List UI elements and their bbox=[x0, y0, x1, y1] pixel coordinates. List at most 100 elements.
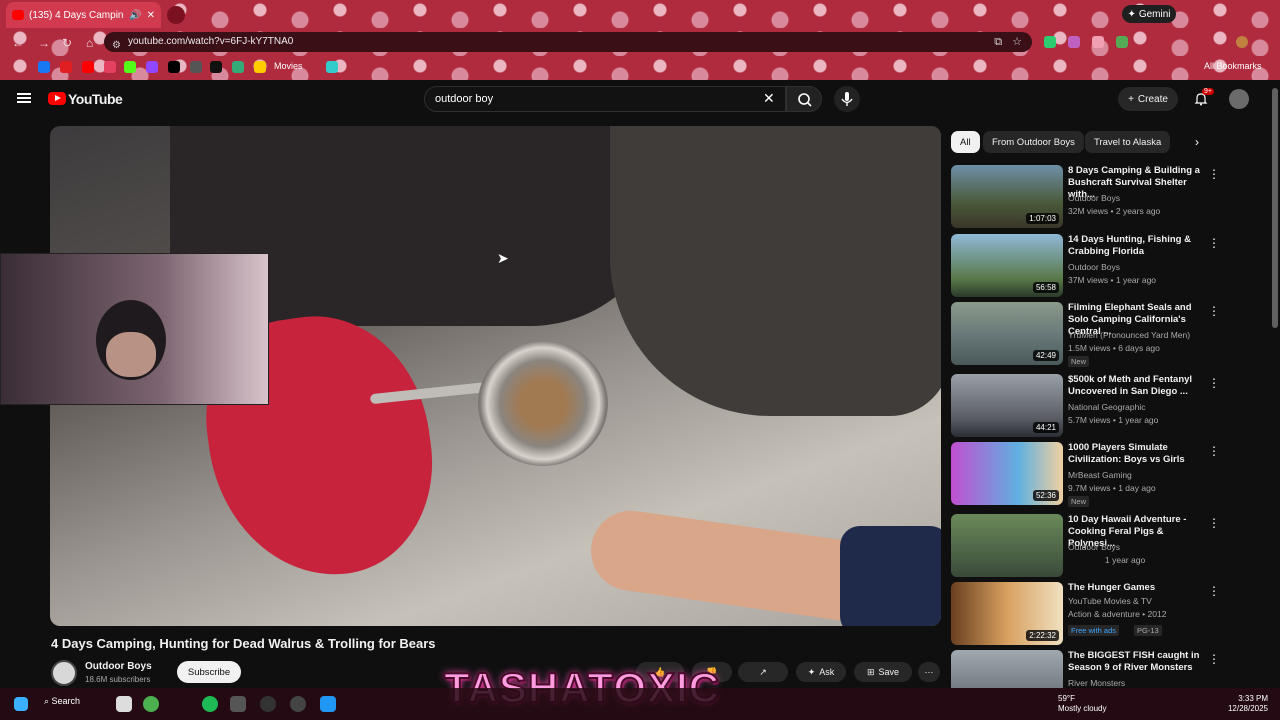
recommendation-item[interactable]: 2:22:32 The Hunger Games YouTube Movies … bbox=[951, 582, 1231, 646]
more-actions-button[interactable]: ⋯ bbox=[918, 662, 940, 682]
windows-start-icon[interactable] bbox=[14, 697, 28, 711]
chevron-right-icon[interactable]: › bbox=[1195, 135, 1199, 149]
recommendation-title[interactable]: 14 Days Hunting, Fishing & Crabbing Flor… bbox=[1068, 234, 1208, 258]
share-button[interactable]: ↗ bbox=[738, 662, 788, 682]
file-explorer-icon[interactable] bbox=[116, 696, 132, 712]
bookmark-icon[interactable] bbox=[254, 61, 266, 73]
bookmark-icon[interactable] bbox=[190, 61, 202, 73]
bookmark-icon[interactable] bbox=[60, 61, 72, 73]
recommendation-channel[interactable]: Outdoor Boys bbox=[1068, 542, 1120, 552]
clear-search-icon[interactable]: ✕ bbox=[763, 90, 775, 107]
bookmark-star-icon[interactable]: ☆ bbox=[1012, 32, 1022, 52]
bookmark-icon[interactable] bbox=[232, 61, 244, 73]
recommendation-item[interactable]: 56:58 14 Days Hunting, Fishing & Crabbin… bbox=[951, 234, 1231, 298]
new-tab-button[interactable] bbox=[167, 6, 185, 24]
recommendation-item[interactable]: The BIGGEST FISH caught in Season 9 of R… bbox=[951, 650, 1231, 688]
recommendation-channel[interactable]: Outdoor Boys bbox=[1068, 193, 1120, 203]
system-clock[interactable]: 3:33 PM 12/28/2025 bbox=[1226, 694, 1268, 714]
spotify-icon[interactable] bbox=[202, 696, 218, 712]
channel-name[interactable]: Outdoor Boys bbox=[85, 661, 152, 672]
more-options-icon[interactable]: ⋮ bbox=[1208, 167, 1220, 181]
recommendation-channel[interactable]: YrdMen (Pronounced Yard Men) bbox=[1068, 330, 1190, 340]
back-icon[interactable]: ← bbox=[12, 36, 24, 50]
address-bar[interactable]: ⚙ youtube.com/watch?v=6FJ-kY7TNA0 ⧉ ☆ bbox=[104, 32, 1032, 52]
ask-button[interactable]: ✦ Ask bbox=[796, 662, 846, 682]
browser-tab[interactable]: (135) 4 Days Camping, Hunt 🔊 ✕ bbox=[6, 2, 161, 28]
app-icon[interactable] bbox=[290, 696, 306, 712]
extension-icon[interactable] bbox=[1116, 36, 1128, 48]
recommendation-channel[interactable]: River Monsters bbox=[1068, 678, 1125, 688]
twitch-icon[interactable] bbox=[146, 61, 158, 73]
create-button[interactable]: + Create bbox=[1118, 87, 1178, 111]
youtube-icon[interactable] bbox=[82, 61, 94, 73]
profile-avatar[interactable] bbox=[1236, 36, 1248, 48]
recommendation-item[interactable]: 42:49 Filming Elephant Seals and Solo Ca… bbox=[951, 302, 1231, 367]
speaker-icon[interactable]: 🔊 bbox=[129, 10, 141, 21]
video-thumbnail[interactable]: 1:07:03 bbox=[951, 165, 1063, 228]
channel-avatar[interactable] bbox=[51, 660, 77, 686]
video-thumbnail[interactable]: 52:36 bbox=[951, 442, 1063, 505]
obs-icon[interactable] bbox=[260, 696, 276, 712]
youtube-logo-text[interactable]: YouTube bbox=[68, 91, 123, 107]
extension-icon[interactable] bbox=[1068, 36, 1080, 48]
voice-search-button[interactable] bbox=[834, 86, 860, 112]
account-avatar[interactable] bbox=[1229, 89, 1249, 109]
scrollbar[interactable] bbox=[1272, 88, 1278, 328]
all-bookmarks[interactable]: All Bookmarks bbox=[1204, 61, 1262, 71]
install-icon[interactable]: ⧉ bbox=[994, 32, 1002, 52]
chip-travel-to-alaska[interactable]: Travel to Alaska bbox=[1085, 131, 1171, 153]
video-thumbnail[interactable] bbox=[951, 514, 1063, 577]
video-thumbnail[interactable]: 44:21 bbox=[951, 374, 1063, 437]
extension-icon[interactable] bbox=[1044, 36, 1056, 48]
facebook-icon[interactable] bbox=[38, 61, 50, 73]
recommendation-item[interactable]: 44:21 $500k of Meth and Fentanyl Uncover… bbox=[951, 374, 1231, 438]
bookmark-movies[interactable]: Movies bbox=[274, 61, 303, 71]
recommendation-channel[interactable]: National Geographic bbox=[1068, 402, 1146, 412]
youtube-logo-icon[interactable] bbox=[48, 92, 66, 105]
chrome-icon[interactable] bbox=[143, 696, 159, 712]
more-options-icon[interactable]: ⋮ bbox=[1208, 304, 1220, 318]
search-input[interactable]: outdoor boy bbox=[424, 86, 786, 112]
chip-from-outdoor-boys[interactable]: From Outdoor Boys bbox=[983, 131, 1084, 153]
video-thumbnail[interactable]: 2:22:32 bbox=[951, 582, 1063, 645]
reload-icon[interactable]: ↻ bbox=[62, 36, 72, 50]
recommendation-title[interactable]: 1000 Players Simulate Civilization: Boys… bbox=[1068, 442, 1208, 466]
gemini-button[interactable]: ✦ Gemini bbox=[1122, 5, 1176, 23]
taskbar-search[interactable]: ⌕ Search bbox=[44, 696, 80, 707]
more-options-icon[interactable]: ⋮ bbox=[1208, 236, 1220, 250]
site-info-icon[interactable]: ⚙ bbox=[112, 36, 121, 56]
more-options-icon[interactable]: ⋮ bbox=[1208, 584, 1220, 598]
recommendation-channel[interactable]: YouTube Movies & TV bbox=[1068, 596, 1152, 606]
instagram-icon[interactable] bbox=[104, 61, 116, 73]
app-icon[interactable] bbox=[230, 696, 246, 712]
subscribe-button[interactable]: Subscribe bbox=[177, 661, 241, 683]
more-options-icon[interactable]: ⋮ bbox=[1208, 652, 1220, 666]
recommendation-item[interactable]: 1:07:03 8 Days Camping & Building a Bush… bbox=[951, 165, 1231, 229]
notifications-button[interactable]: 9+ bbox=[1194, 88, 1214, 106]
more-options-icon[interactable]: ⋮ bbox=[1208, 376, 1220, 390]
extension-icon[interactable] bbox=[1092, 36, 1104, 48]
search-button[interactable] bbox=[786, 86, 822, 112]
chip-all[interactable]: All bbox=[951, 131, 980, 153]
recommendation-channel[interactable]: MrBeast Gaming bbox=[1068, 470, 1132, 480]
recommendation-item[interactable]: 10 Day Hawaii Adventure - Cooking Feral … bbox=[951, 514, 1231, 578]
video-thumbnail[interactable] bbox=[951, 650, 1063, 688]
recommendation-title[interactable]: $500k of Meth and Fentanyl Uncovered in … bbox=[1068, 374, 1208, 398]
more-options-icon[interactable]: ⋮ bbox=[1208, 516, 1220, 530]
recommendation-channel[interactable]: Outdoor Boys bbox=[1068, 262, 1120, 272]
kick-icon[interactable] bbox=[124, 61, 136, 73]
x-icon[interactable] bbox=[168, 61, 180, 73]
menu-icon[interactable] bbox=[17, 93, 31, 103]
recommendation-title[interactable]: The BIGGEST FISH caught in Season 9 of R… bbox=[1068, 650, 1208, 674]
tab-close-icon[interactable]: ✕ bbox=[147, 10, 155, 21]
home-icon[interactable]: ⌂ bbox=[86, 36, 93, 50]
recommendation-title[interactable]: The Hunger Games bbox=[1068, 582, 1208, 594]
video-thumbnail[interactable]: 56:58 bbox=[951, 234, 1063, 297]
app-icon[interactable] bbox=[320, 696, 336, 712]
weather-widget[interactable]: 59°F Mostly cloudy bbox=[1058, 694, 1106, 714]
bookmark-icon[interactable] bbox=[326, 61, 338, 73]
forward-icon[interactable]: → bbox=[38, 36, 50, 50]
recommendation-item[interactable]: 52:36 1000 Players Simulate Civilization… bbox=[951, 442, 1231, 507]
bookmark-icon[interactable] bbox=[210, 61, 222, 73]
more-options-icon[interactable]: ⋮ bbox=[1208, 444, 1220, 458]
